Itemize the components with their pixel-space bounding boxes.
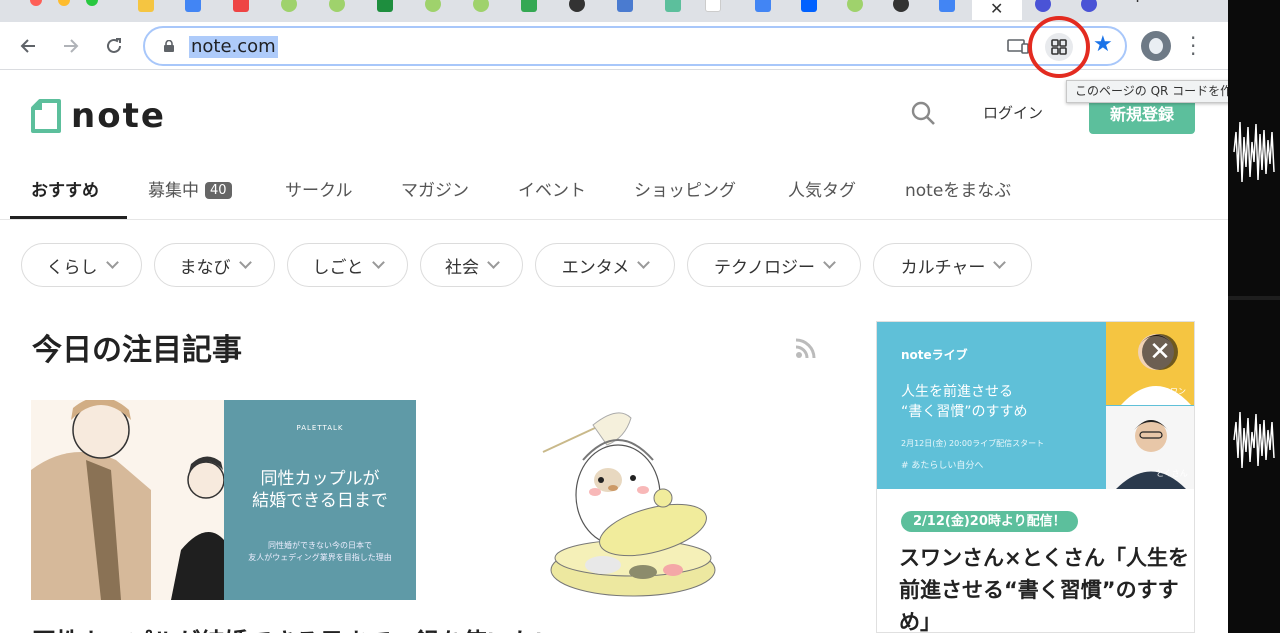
browser-tab[interactable] [324, 0, 348, 14]
browser-tab[interactable] [750, 0, 774, 14]
browser-tab[interactable] [180, 0, 204, 14]
speaker-caption: とくさん [1156, 469, 1188, 478]
active-tab[interactable]: ✕ [972, 0, 1022, 20]
main-nav: おすすめ 募集中 40 サークル マガジン イベント ショッピング 人気タグ no… [0, 166, 1228, 220]
browser-tab[interactable] [468, 0, 492, 14]
browser-tab[interactable] [228, 0, 252, 14]
card-brand: PALETTALK [296, 424, 344, 432]
section-title: 今日の注目記事 [32, 333, 242, 368]
promo-title: 人生を前進させる “書く習慣”のすすめ [901, 384, 1028, 420]
chevron-down-icon [823, 256, 836, 269]
note-logo[interactable]: note [31, 96, 166, 136]
browser-tab[interactable] [842, 0, 866, 14]
waveform-graphic [1233, 411, 1275, 469]
close-tab-icon[interactable]: ✕ [990, 0, 1003, 18]
browser-tab[interactable] [934, 0, 958, 14]
new-tab-icon[interactable]: + [1130, 0, 1154, 8]
category-chip[interactable]: テクノロジー [687, 243, 861, 287]
chevron-down-icon [105, 256, 119, 269]
speaker-photo: とくさん [1106, 406, 1194, 489]
waveform-graphic [1233, 121, 1275, 183]
nav-shopping[interactable]: ショッピング [634, 176, 736, 201]
profile-avatar[interactable] [1141, 31, 1171, 61]
forward-button[interactable] [57, 32, 85, 60]
category-chip[interactable]: しごと [287, 243, 408, 287]
browser-tab[interactable] [133, 0, 157, 14]
nav-popular-tags[interactable]: 人気タグ [788, 176, 856, 201]
illustration-image [31, 400, 225, 600]
arrow-left-icon [20, 39, 35, 53]
arrow-right-icon [64, 39, 79, 53]
menu-kebab-icon[interactable]: · · · [1190, 28, 1196, 64]
category-chip[interactable]: エンタメ [535, 243, 675, 287]
article-headline[interactable]: 同性カップルが結婚できる日まで、銀を使いたい [32, 622, 559, 633]
category-chip[interactable]: くらし [21, 243, 142, 287]
back-button[interactable] [14, 32, 42, 60]
card-text-panel: PALETTALK 同性カップルが 結婚できる日まで 同性婚ができない今の日本で友… [224, 400, 416, 600]
article-card-thumbnail[interactable] [523, 400, 739, 600]
search-icon[interactable] [910, 100, 936, 126]
highlight-circle [1028, 16, 1090, 78]
browser-tab[interactable] [796, 0, 820, 14]
category-chip[interactable]: まなび [154, 243, 275, 287]
browser-tab[interactable] [888, 0, 912, 14]
chevron-down-icon [993, 256, 1007, 269]
reload-button[interactable] [100, 32, 128, 60]
promo-date: 2月12日(金) 20:00ライブ配信スタート [901, 439, 1045, 448]
nav-learn-note[interactable]: noteをまなぶ [905, 176, 1011, 201]
promo-card[interactable]: noteライブ 人生を前進させる “書く習慣”のすすめ 2月12日(金) 20:0… [876, 321, 1195, 633]
browser-tab[interactable] [660, 0, 684, 14]
count-badge: 40 [205, 182, 232, 199]
nav-magazine[interactable]: マガジン [401, 176, 469, 201]
login-link[interactable]: ログイン [983, 102, 1043, 123]
zoom-window-button[interactable] [86, 0, 98, 6]
qr-tooltip: このページの QR コードを作成 [1066, 80, 1228, 103]
nav-recruiting[interactable]: 募集中 40 [148, 176, 232, 201]
card-subtitle: 同性婚ができない今の日本で 友人がウェディング業界を目指した理由 [248, 541, 392, 562]
browser-tab[interactable] [372, 0, 396, 14]
promo-headline[interactable]: スワンさん×とくさん「人生を前進させる“書く習慣”のすすめ」 [899, 542, 1189, 632]
bookmark-star-icon[interactable]: ★ [1093, 32, 1113, 57]
category-chip[interactable]: 社会 [420, 243, 523, 287]
category-chip[interactable]: カルチャー [873, 243, 1032, 287]
active-tab-underline [10, 216, 127, 219]
cast-icon[interactable] [1007, 38, 1029, 54]
nav-recommended[interactable]: おすすめ [31, 176, 99, 201]
desktop-background [1228, 0, 1280, 633]
nav-event[interactable]: イベント [518, 176, 586, 201]
promo-tag: # あたらしい自分へ [901, 461, 984, 471]
chevron-down-icon [637, 256, 651, 269]
rss-icon[interactable] [794, 336, 818, 360]
lock-icon [164, 40, 174, 52]
url-text[interactable]: note.com [189, 36, 278, 58]
logo-text: note [71, 96, 166, 136]
minimize-window-button[interactable] [58, 0, 70, 6]
address-bar[interactable]: note.com ★ [143, 26, 1127, 66]
chevron-down-icon [238, 256, 252, 269]
browser-tab[interactable] [700, 0, 724, 14]
browser-tab[interactable] [276, 0, 300, 14]
promo-date-pill: 2/12(金)20時より配信！ [901, 511, 1078, 532]
browser-tab[interactable] [1030, 0, 1054, 14]
promo-banner: noteライブ 人生を前進させる “書く習慣”のすすめ 2月12日(金) 20:0… [877, 322, 1194, 489]
browser-tab[interactable] [564, 0, 588, 14]
close-icon[interactable]: ✕ [1142, 334, 1178, 370]
browser-window: ✕ + note.com ★ ··· このページの QR コードを作成 [0, 0, 1228, 633]
promo-brand: noteライブ [901, 348, 968, 362]
card-title: 同性カップルが 結婚できる日まで [252, 469, 388, 511]
browser-tab[interactable] [516, 0, 540, 14]
close-window-button[interactable] [30, 0, 42, 6]
speaker-caption: スワン [1162, 387, 1186, 396]
browser-tab[interactable] [1076, 0, 1100, 14]
browser-tab[interactable] [612, 0, 636, 14]
article-card-thumbnail[interactable]: PALETTALK 同性カップルが 結婚できる日まで 同性婚ができない今の日本で友… [31, 400, 416, 600]
chevron-down-icon [487, 256, 500, 269]
hedgehog-illustration [542, 412, 716, 597]
reload-icon [107, 38, 121, 53]
note-logo-icon [31, 99, 61, 133]
browser-tab[interactable] [420, 0, 444, 14]
nav-circle[interactable]: サークル [285, 176, 353, 201]
chevron-down-icon [371, 256, 385, 269]
